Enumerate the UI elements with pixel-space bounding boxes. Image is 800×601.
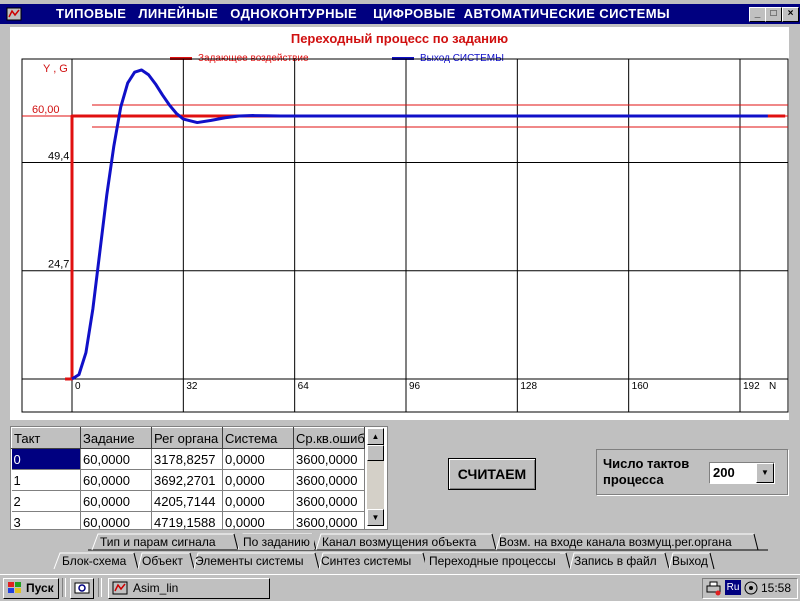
maximize-button[interactable]: □ [765,7,782,22]
tab-signal-params[interactable]: Тип и парам сигнала [96,534,220,550]
tab-block-diagram[interactable]: Блок-схема [58,553,130,569]
tab-disturbance-regulator[interactable]: Возм. на входе канала возмущ.рег.органа [495,534,736,550]
minimize-button[interactable]: _ [749,7,766,22]
start-label: Пуск [26,581,54,595]
col-header-setpoint[interactable]: Задание [80,427,152,449]
transient-chart: 0 32 64 96 128 160 192 24,7 49,4 60,00 Y , G N [21,58,789,413]
table-cell[interactable]: 0 [11,448,81,470]
table-row[interactable]: 2 60,0000 4205,7144 0,0000 3600,0000 [11,490,365,512]
table-cell[interactable]: 60,0000 [80,448,152,470]
x-tick-label: 64 [298,381,310,392]
table-cell[interactable]: 60,0000 [80,490,152,512]
taskbar: Пуск Asim_lin Ru 15:58 [0,574,800,601]
x-tick-label: 192 [743,381,760,392]
chevron-down-icon[interactable]: ▼ [756,463,774,483]
col-header-rms-error[interactable]: Ср.кв.ошибка [293,427,365,449]
plot-frame [21,58,789,413]
main-window: ТИПОВЫЕ ЛИНЕЙНЫЕ ОДНОКОНТУРНЫЕ ЦИФРОВЫЕ … [0,0,800,574]
y-tick-label: 49,4 [48,150,69,162]
table-cell[interactable]: 3600,0000 [293,448,365,470]
table-cell[interactable]: 0,0000 [222,511,294,529]
table-cell[interactable]: 1 [11,469,81,491]
printer-icon[interactable] [705,580,723,596]
table-cell[interactable]: 3600,0000 [293,490,365,512]
y-tick-label: 24,7 [48,259,69,271]
results-grid: Такт Задание Рег органа Система Ср.кв.ош… [11,427,365,529]
speaker-icon[interactable] [743,580,759,596]
table-scrollbar[interactable]: ▲ ▼ [367,428,384,526]
scroll-down-arrow-icon[interactable]: ▼ [367,509,384,526]
steps-group: Число тактов процесса 200 ▼ [596,449,788,495]
x-tick-label: 32 [186,381,198,392]
close-button[interactable]: × [782,7,799,22]
col-header-tact[interactable]: Такт [11,427,81,449]
table-row[interactable]: 1 60,0000 3692,2701 0,0000 3600,0000 [11,469,365,491]
table-cell[interactable]: 0,0000 [222,490,294,512]
tab-exit[interactable]: Выход [668,553,712,569]
table-cell[interactable]: 3 [11,511,81,529]
task-asim-lin[interactable]: Asim_lin [108,578,270,599]
clock: 15:58 [760,581,791,595]
x-tick-label: 160 [632,381,649,392]
results-table[interactable]: Такт Задание Рег органа Система Ср.кв.ош… [10,426,388,530]
windows-logo-icon [8,582,21,593]
taskbar-divider [98,578,102,597]
language-indicator[interactable]: Ru [725,580,741,595]
table-row[interactable]: 0 60,0000 3178,8257 0,0000 3600,0000 [11,448,365,470]
table-cell[interactable]: 0,0000 [222,469,294,491]
table-cell[interactable]: 60,0000 [80,511,152,529]
table-cell[interactable]: 2 [11,490,81,512]
scroll-up-arrow-icon[interactable]: ▲ [367,428,384,445]
app-icon [112,581,128,595]
scroll-thumb[interactable] [367,445,384,461]
table-cell[interactable]: 3692,2701 [151,469,223,491]
table-cell[interactable]: 4205,7144 [151,490,223,512]
steps-value[interactable]: 200 [713,465,735,480]
tab-by-setpoint[interactable]: По заданию [239,534,314,550]
y-axis-label: Y , G [43,63,68,75]
menu-title: ТИПОВЫЕ ЛИНЕЙНЫЕ ОДНОКОНТУРНЫЕ ЦИФРОВЫЕ … [56,6,671,21]
col-header-actuator[interactable]: Рег органа [151,427,223,449]
x-tick-label: 128 [520,381,537,392]
tab-system-elements[interactable]: Элементы системы [191,553,308,569]
calculate-button[interactable]: СЧИТАЕМ [448,458,536,490]
table-cell[interactable]: 60,0000 [80,469,152,491]
table-cell[interactable]: 3600,0000 [293,469,365,491]
table-cell[interactable]: 3178,8257 [151,448,223,470]
table-header-row: Такт Задание Рег органа Система Ср.кв.ош… [11,427,365,449]
table-cell[interactable]: 3600,0000 [293,511,365,529]
tab-object[interactable]: Объект [138,553,187,569]
steps-combobox[interactable]: 200 ▼ [709,462,775,484]
system-tray: Ru 15:58 [702,578,798,599]
tab-disturbance-channel[interactable]: Канал возмущения объекта [318,534,480,550]
x-axis-label: N [769,381,776,392]
x-tick-label: 96 [409,381,421,392]
quicklaunch-explorer-icon[interactable] [70,578,94,599]
y-tick-label: 60,00 [32,104,60,116]
reference-series-line [65,114,786,381]
title-bar[interactable]: ТИПОВЫЕ ЛИНЕЙНЫЕ ОДНОКОНТУРНЫЕ ЦИФРОВЫЕ … [0,4,800,24]
table-cell[interactable]: 4719,1588 [151,511,223,529]
explorer-icon [74,582,90,594]
x-tick-label: 0 [75,381,81,392]
start-button[interactable]: Пуск [3,578,59,599]
steps-label: Число тактов процесса [603,456,690,487]
tab-save-file[interactable]: Запись в файл [570,553,661,569]
tab-transient-processes[interactable]: Переходные процессы [425,553,560,569]
tab-system-synthesis[interactable]: Синтез системы [317,553,415,569]
chart-panel: Переходный процесс по заданию Задающее в… [10,27,789,420]
table-cell[interactable]: 0,0000 [222,448,294,470]
app-icon [6,7,22,21]
task-label: Asim_lin [133,581,179,595]
taskbar-divider [62,578,66,597]
col-header-system[interactable]: Система [222,427,294,449]
table-row[interactable]: 3 60,0000 4719,1588 0,0000 3600,0000 [11,511,365,529]
